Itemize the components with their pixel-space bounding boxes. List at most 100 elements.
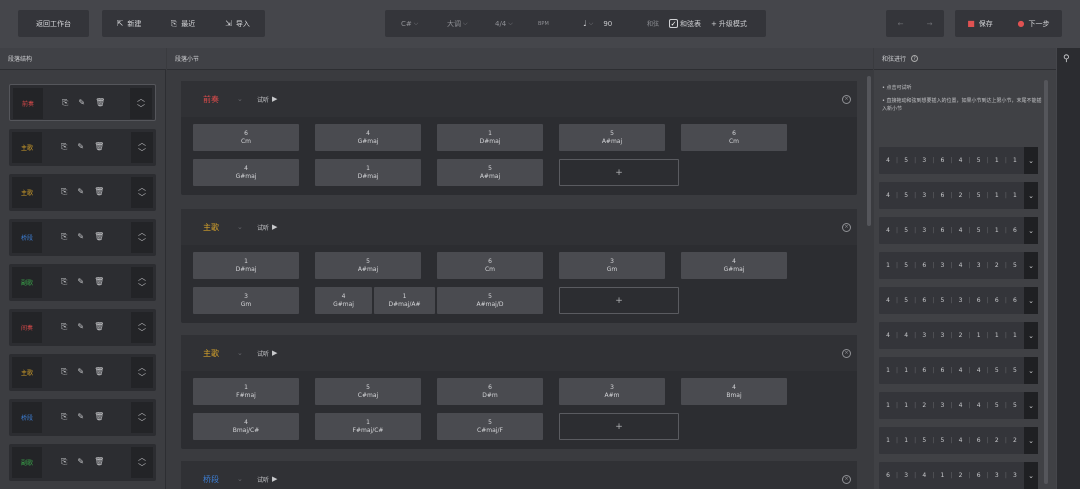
move-up-icon[interactable]: ︿ xyxy=(138,183,146,191)
bar-cell[interactable]: 6 Cm xyxy=(681,124,787,151)
bar-cell[interactable]: 4 G#maj xyxy=(193,159,299,186)
delete-icon[interactable]: 🗑 xyxy=(94,457,104,467)
move-down-icon[interactable]: ﹀ xyxy=(138,193,146,201)
bar-cell[interactable]: 4 G#maj xyxy=(315,287,372,314)
progression-item[interactable]: 1 | 1 | 2 | 3 | 4 | 4 | 5 | 5 ⌄ xyxy=(879,392,1038,419)
section-item[interactable]: 主歌 ⎘ ✎ 🗑 ︿ ﹀ xyxy=(9,354,156,391)
key-select[interactable]: C# ⌵ xyxy=(401,20,418,28)
move-down-icon[interactable]: ﹀ xyxy=(138,463,146,471)
save-button[interactable]: ■ 保存 xyxy=(955,10,1005,37)
progression-item[interactable]: 6 | 3 | 4 | 1 | 2 | 6 | 3 | 3 ⌄ xyxy=(879,462,1038,489)
recent-button[interactable]: ⎘ 最近 xyxy=(156,10,210,37)
bar-cell[interactable]: 1 D#maj xyxy=(193,252,299,279)
dropdown-chevron-icon[interactable]: ⌄ xyxy=(237,223,243,231)
move-down-icon[interactable]: ﹀ xyxy=(137,104,145,112)
copy-icon[interactable]: ⎘ xyxy=(61,232,67,242)
bar-cell[interactable]: 4 G#maj xyxy=(315,124,421,151)
progression-item[interactable]: 1 | 5 | 6 | 3 | 4 | 3 | 2 | 5 ⌄ xyxy=(879,252,1038,279)
section-item[interactable]: 桥段 ⎘ ✎ 🗑 ︿ ﹀ xyxy=(9,219,156,256)
mode-select[interactable]: 大调 ⌵ xyxy=(447,19,468,29)
import-button[interactable]: ⇲ 导入 xyxy=(210,10,265,37)
section-block-title[interactable]: 前奏 xyxy=(203,94,219,105)
bar-cell[interactable]: 5 A#maj xyxy=(437,159,543,186)
chevron-down-icon[interactable]: ⌄ xyxy=(1024,147,1038,174)
chevron-down-icon[interactable]: ⌄ xyxy=(1024,322,1038,349)
move-down-icon[interactable]: ﹀ xyxy=(138,373,146,381)
undo-button[interactable]: ← xyxy=(886,10,915,37)
section-item[interactable]: 桥段 ⎘ ✎ 🗑 ︿ ﹀ xyxy=(9,399,156,436)
chevron-down-icon[interactable]: ⌄ xyxy=(1024,217,1038,244)
listen-button[interactable]: 试听 ▶ xyxy=(257,349,277,358)
delete-icon[interactable]: 🗑 xyxy=(94,142,104,152)
move-up-icon[interactable]: ︿ xyxy=(137,94,145,102)
delete-icon[interactable]: 🗑 xyxy=(94,232,104,242)
bar-cell[interactable]: 6 Cm xyxy=(437,252,543,279)
progression-item[interactable]: 1 | 1 | 6 | 6 | 4 | 4 | 5 | 5 ⌄ xyxy=(879,357,1038,384)
move-down-icon[interactable]: ﹀ xyxy=(138,238,146,246)
bar-cell[interactable]: 5 A#maj xyxy=(559,124,665,151)
chevron-down-icon[interactable]: ⌄ xyxy=(1024,357,1038,384)
upgrade-mode-button[interactable]: + 升级模式 xyxy=(711,19,747,29)
move-up-icon[interactable]: ︿ xyxy=(138,453,146,461)
edit-icon[interactable]: ✎ xyxy=(77,322,84,332)
delete-icon[interactable]: 🗑 xyxy=(95,98,105,108)
move-up-icon[interactable]: ︿ xyxy=(138,228,146,236)
progression-item[interactable]: 4 | 5 | 3 | 6 | 4 | 5 | 1 | 6 ⌄ xyxy=(879,217,1038,244)
chevron-down-icon[interactable]: ⌄ xyxy=(1024,182,1038,209)
bar-cell[interactable]: 5 A#maj xyxy=(315,252,421,279)
edit-icon[interactable]: ✎ xyxy=(77,232,84,242)
edit-icon[interactable]: ✎ xyxy=(77,187,84,197)
bar-cell[interactable]: 1 D#maj/A# xyxy=(374,287,435,314)
edit-icon[interactable]: ✎ xyxy=(77,412,84,422)
bar-cell[interactable]: 4 Bmaj/C# xyxy=(193,413,299,440)
section-block-title[interactable]: 主歌 xyxy=(203,348,219,359)
delete-icon[interactable]: 🗑 xyxy=(94,367,104,377)
bar-cell[interactable]: 4 Bmaj xyxy=(681,378,787,405)
progression-item[interactable]: 4 | 5 | 3 | 6 | 4 | 5 | 1 | 1 ⌄ xyxy=(879,147,1038,174)
delete-icon[interactable]: 🗑 xyxy=(94,412,104,422)
close-icon[interactable]: × xyxy=(842,222,851,232)
bar-cell[interactable]: 1 F#maj xyxy=(193,378,299,405)
chord-table-toggle[interactable]: ✓ 和弦表 xyxy=(669,19,701,29)
move-down-icon[interactable]: ﹀ xyxy=(138,328,146,336)
edit-icon[interactable]: ✎ xyxy=(78,98,85,108)
bar-cell[interactable]: 1 F#maj/C# xyxy=(315,413,421,440)
scrollbar[interactable] xyxy=(1044,80,1048,484)
bar-cell[interactable]: 3 Gm xyxy=(559,252,665,279)
chevron-down-icon[interactable]: ⌄ xyxy=(1024,392,1038,419)
next-button[interactable]: ● 下一步 xyxy=(1005,10,1062,37)
chevron-down-icon[interactable]: ⌄ xyxy=(1024,287,1038,314)
bar-cell[interactable]: 1 D#maj xyxy=(315,159,421,186)
edit-icon[interactable]: ✎ xyxy=(77,277,84,287)
dropdown-chevron-icon[interactable]: ⌄ xyxy=(237,349,243,357)
tempo-control[interactable]: ♩ ⌵ 90 xyxy=(583,19,612,28)
move-down-icon[interactable]: ﹀ xyxy=(138,283,146,291)
edit-icon[interactable]: ✎ xyxy=(77,457,84,467)
dropdown-chevron-icon[interactable]: ⌄ xyxy=(237,475,243,483)
checkbox-checked-icon[interactable]: ✓ xyxy=(669,19,678,28)
bar-cell[interactable]: 5 A#maj/D xyxy=(437,287,543,314)
section-item[interactable]: 主歌 ⎘ ✎ 🗑 ︿ ﹀ xyxy=(9,174,156,211)
section-block-title[interactable]: 主歌 xyxy=(203,222,219,233)
copy-icon[interactable]: ⎘ xyxy=(61,457,67,467)
copy-icon[interactable]: ⎘ xyxy=(61,187,67,197)
copy-icon[interactable]: ⎘ xyxy=(61,412,67,422)
chevron-down-icon[interactable]: ⌄ xyxy=(1024,462,1038,489)
move-up-icon[interactable]: ︿ xyxy=(138,138,146,146)
delete-icon[interactable]: 🗑 xyxy=(94,187,104,197)
move-up-icon[interactable]: ︿ xyxy=(138,408,146,416)
progression-item[interactable]: 4 | 5 | 6 | 5 | 3 | 6 | 6 | 6 ⌄ xyxy=(879,287,1038,314)
listen-button[interactable]: 试听 ▶ xyxy=(257,95,277,104)
new-button[interactable]: ⇱ 新建 xyxy=(102,10,156,37)
edit-icon[interactable]: ✎ xyxy=(77,367,84,377)
bar-cell[interactable]: 1 D#maj xyxy=(437,124,543,151)
copy-icon[interactable]: ⎘ xyxy=(61,142,67,152)
move-up-icon[interactable]: ︿ xyxy=(138,318,146,326)
move-up-icon[interactable]: ︿ xyxy=(138,273,146,281)
bar-cell[interactable]: 3 Gm xyxy=(193,287,299,314)
scrollbar[interactable] xyxy=(867,76,871,226)
section-item[interactable]: 副歌 ⎘ ✎ 🗑 ︿ ﹀ xyxy=(9,444,156,481)
chevron-down-icon[interactable]: ⌄ xyxy=(1024,427,1038,454)
bar-cell[interactable]: 3 A#m xyxy=(559,378,665,405)
move-up-icon[interactable]: ︿ xyxy=(138,363,146,371)
